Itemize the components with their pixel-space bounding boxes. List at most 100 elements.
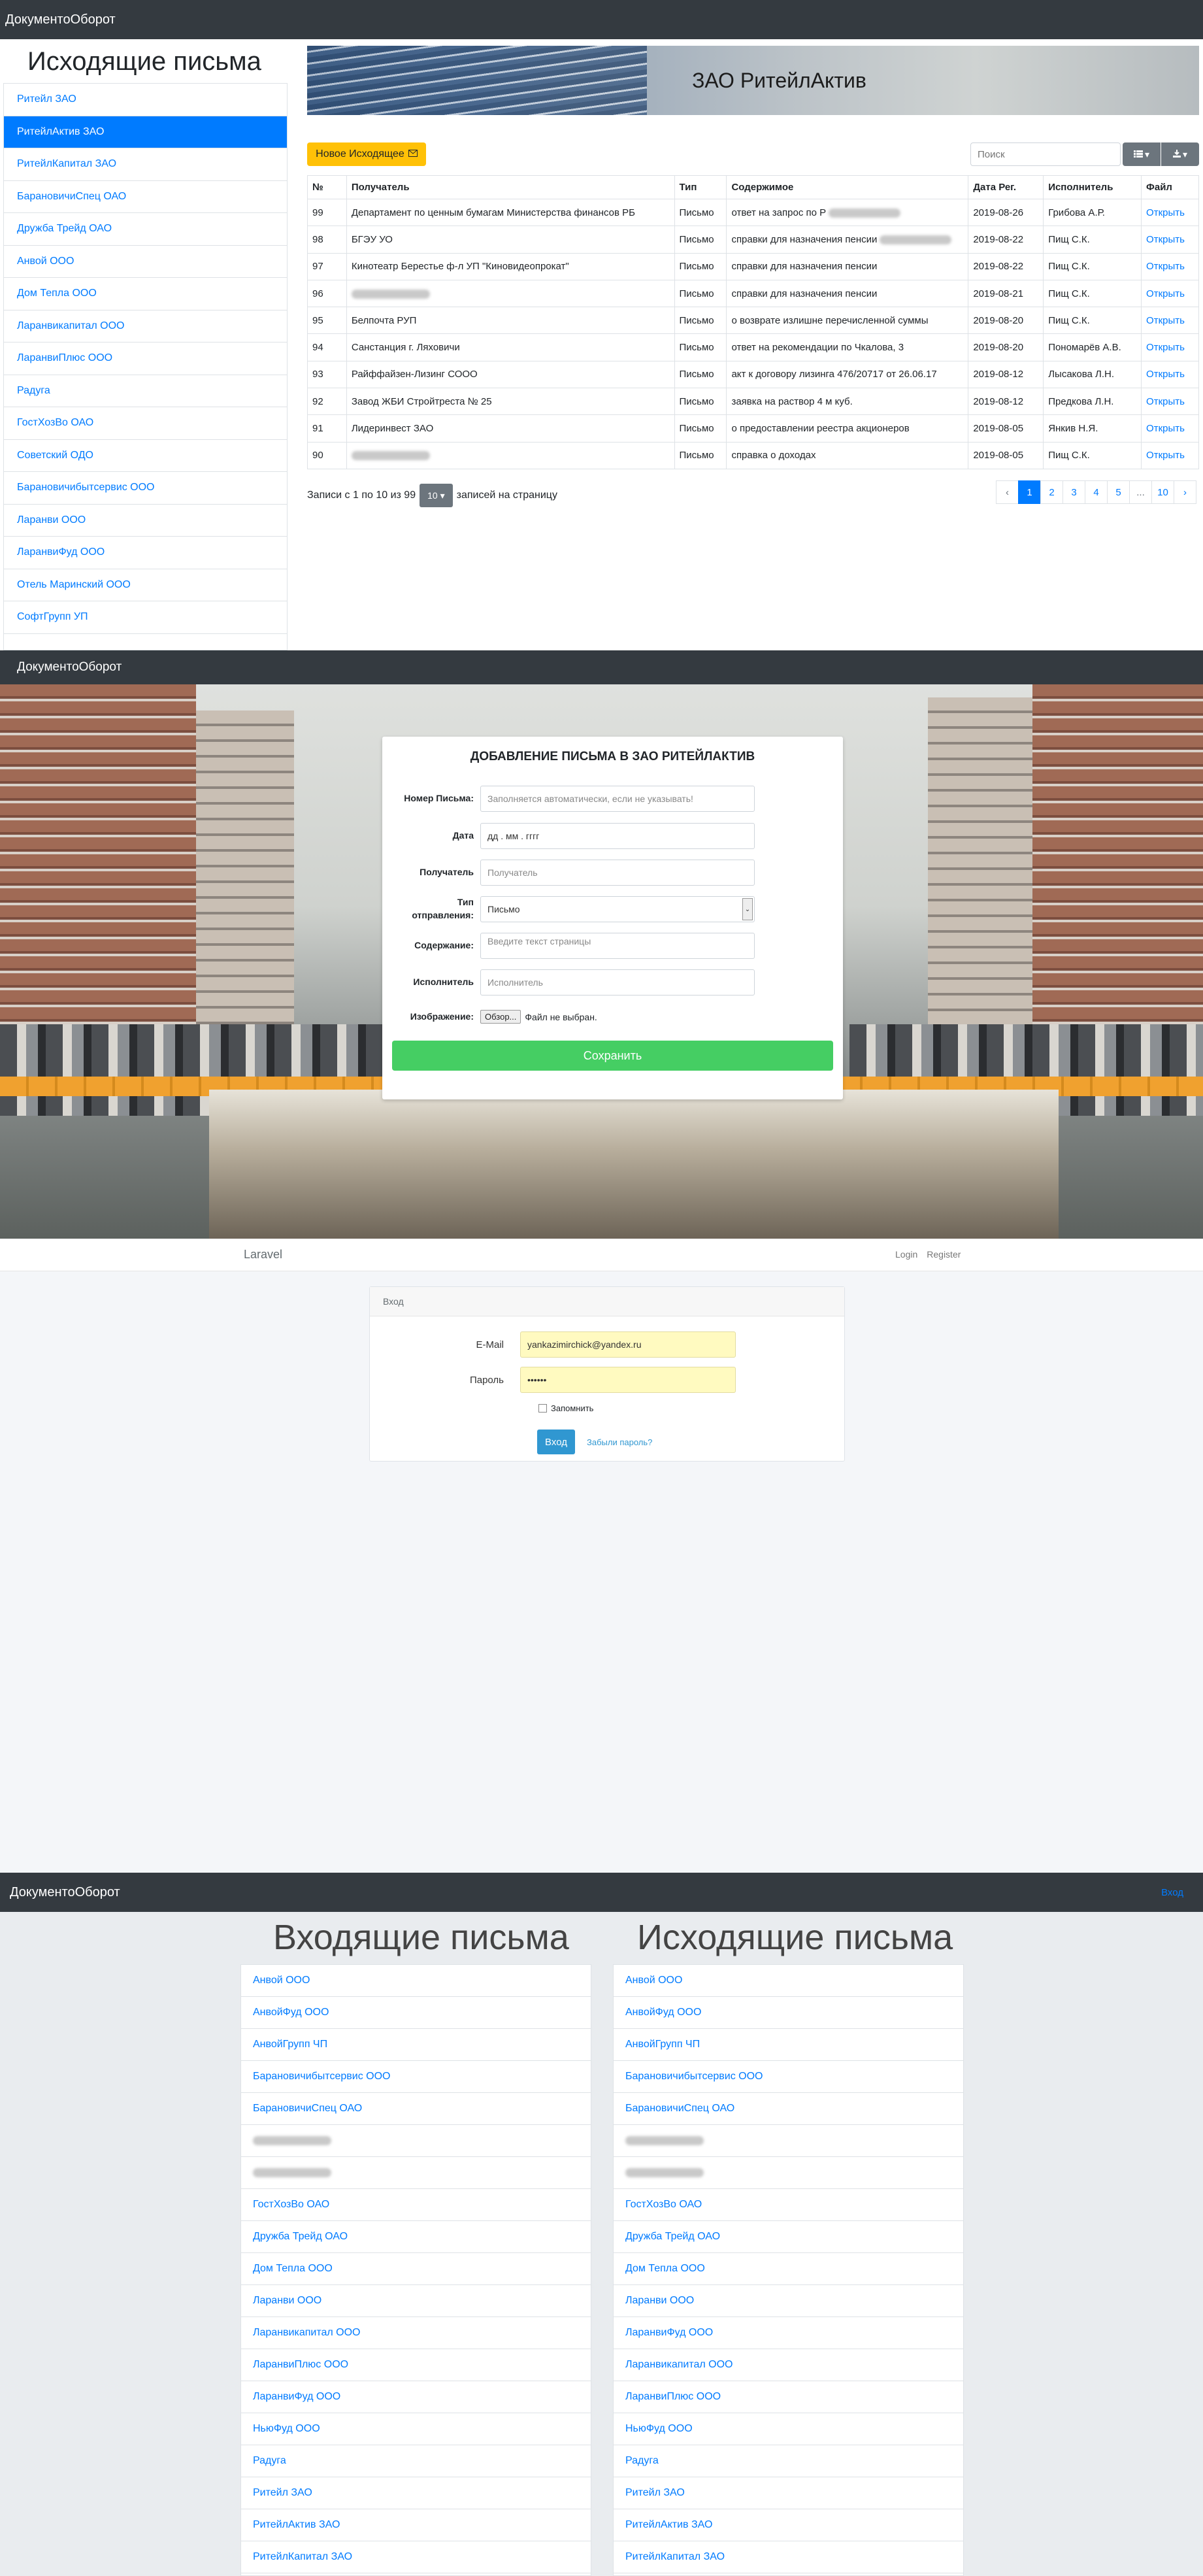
login-link[interactable]: Login [895, 1249, 917, 1260]
sidebar-item[interactable]: Ларанви ООО [4, 504, 287, 537]
register-link[interactable]: Register [927, 1249, 961, 1260]
send-type-select[interactable]: Письмо ⌄ [480, 896, 755, 922]
open-file-link[interactable]: Открыть [1146, 423, 1185, 434]
login-submit-button[interactable]: Вход [537, 1430, 575, 1454]
company-list-item[interactable]: Ритейл ЗАО [241, 2477, 591, 2509]
company-list-item[interactable]: Дом Тепла ООО [614, 2253, 963, 2285]
company-list-item[interactable]: ЛаранвиПлюс ООО [241, 2349, 591, 2381]
company-list-item[interactable]: Дом Тепла ООО [241, 2253, 591, 2285]
column-header[interactable]: Тип [674, 175, 727, 199]
company-list-item[interactable]: Ларанви ООО [614, 2285, 963, 2317]
page-link[interactable]: ‹ [996, 480, 1019, 504]
content-textarea[interactable]: Введите текст страницы [480, 933, 755, 959]
new-outgoing-button[interactable]: Новое Исходящее [307, 142, 426, 166]
columns-toggle-button[interactable]: ▾ [1123, 142, 1161, 166]
open-file-link[interactable]: Открыть [1146, 207, 1185, 218]
open-file-link[interactable]: Открыть [1146, 396, 1185, 407]
company-list-item[interactable]: БарановичиСпец ОАО [241, 2093, 591, 2125]
company-list-item[interactable]: БарановичиСпец ОАО [614, 2093, 963, 2125]
laravel-brand-link[interactable]: Laravel [244, 1248, 282, 1262]
page-link[interactable]: 2 [1040, 480, 1063, 504]
sidebar-item[interactable]: ГостХозВо ОАО [4, 407, 287, 440]
company-list-item[interactable]: Радуга [614, 2445, 963, 2477]
sidebar-item[interactable]: БарановичиСпец ОАО [4, 180, 287, 213]
company-list-item[interactable]: АнвойФуд ООО [614, 1997, 963, 2029]
export-button[interactable]: ▾ [1161, 142, 1199, 166]
save-button[interactable]: Сохранить [392, 1041, 833, 1071]
sidebar-item[interactable]: Барановичибытсервис ООО [4, 472, 287, 505]
sidebar-item[interactable]: Отель Маринский ООО [4, 569, 287, 601]
sidebar-item[interactable]: Дом Тепла ООО [4, 278, 287, 310]
page-size-select[interactable]: 10 ▾ [420, 484, 453, 507]
column-header[interactable]: Содержимое [726, 175, 969, 199]
company-list-item[interactable]: РитейлАктив ЗАО [614, 2509, 963, 2541]
column-header[interactable]: Получатель [346, 175, 675, 199]
sidebar-item[interactable]: Дружба Трейд ОАО [4, 213, 287, 246]
search-input[interactable] [970, 142, 1121, 166]
page-link[interactable]: 3 [1063, 480, 1085, 504]
letter-number-input[interactable]: Заполняется автоматически, если не указы… [480, 786, 755, 812]
page-link[interactable]: 4 [1085, 480, 1108, 504]
company-list-item[interactable]: Анвой ООО [241, 1965, 591, 1997]
open-file-link[interactable]: Открыть [1146, 234, 1185, 245]
company-list-item[interactable]: АнвойГрупп ЧП [614, 2029, 963, 2061]
open-file-link[interactable]: Открыть [1146, 342, 1185, 353]
company-list-item[interactable]: ЛаранвиФуд ООО [614, 2317, 963, 2349]
browse-file-button[interactable]: Обзор... [480, 1010, 521, 1024]
company-list-item[interactable]: АнвойГрупп ЧП [241, 2029, 591, 2061]
login-link[interactable]: Вход [1161, 1887, 1183, 1898]
company-list-item[interactable]: Анвой ООО [614, 1965, 963, 1997]
open-file-link[interactable]: Открыть [1146, 450, 1185, 461]
email-field[interactable]: yankazimirchick@yandex.ru [520, 1331, 736, 1358]
column-header[interactable]: Файл [1141, 175, 1199, 199]
company-list-item[interactable]: Ларанви ООО [241, 2285, 591, 2317]
company-list-item[interactable] [241, 2125, 591, 2157]
open-file-link[interactable]: Открыть [1146, 315, 1185, 326]
sidebar-item[interactable]: ЛаранвиФуд ООО [4, 537, 287, 569]
company-list-item[interactable]: Барановичибытсервис ООО [614, 2061, 963, 2093]
company-list-item[interactable] [241, 2157, 591, 2189]
company-list-item[interactable]: Дружба Трейд ОАО [614, 2221, 963, 2253]
company-list-item[interactable]: ЛаранвиПлюс ООО [614, 2381, 963, 2413]
company-list-item[interactable]: РитейлАктив ЗАО [241, 2509, 591, 2541]
company-list-item[interactable]: Ритейл ЗАО [614, 2477, 963, 2509]
date-input[interactable]: дд . мм . гггг [480, 823, 755, 849]
company-list-item[interactable]: ГостХозВо ОАО [241, 2189, 591, 2221]
open-file-link[interactable]: Открыть [1146, 288, 1185, 299]
sidebar-item[interactable]: Советский ОДО [4, 439, 287, 472]
open-file-link[interactable]: Открыть [1146, 369, 1185, 380]
brand-link[interactable]: ДокументоОборот [17, 660, 122, 675]
sidebar-item[interactable]: СофтГрупп УП [4, 601, 287, 634]
company-list-item[interactable]: ГостХозВо ОАО [614, 2189, 963, 2221]
brand-link[interactable]: ДокументоОборот [5, 12, 116, 27]
forgot-password-link[interactable]: Забыли пароль? [587, 1437, 652, 1447]
company-list-item[interactable]: Барановичибытсервис ООО [241, 2061, 591, 2093]
company-list-item[interactable]: ЛаранвиФуд ООО [241, 2381, 591, 2413]
password-field[interactable]: •••••• [520, 1367, 736, 1393]
company-list-item[interactable]: РитейлКапитал ЗАО [614, 2541, 963, 2573]
column-header[interactable]: Дата Рег. [968, 175, 1044, 199]
company-list-item[interactable] [614, 2125, 963, 2157]
company-list-item[interactable]: Ларанвикапитал ООО [241, 2317, 591, 2349]
company-list-item[interactable] [614, 2157, 963, 2189]
company-list-item[interactable]: НьюФуд ООО [241, 2413, 591, 2445]
sidebar-item[interactable]: РитейлАктив ЗАО [4, 116, 287, 148]
sidebar-item[interactable]: Анвой ООО [4, 245, 287, 278]
sidebar-item[interactable]: Ларанвикапитал ООО [4, 310, 287, 343]
page-link[interactable]: 1 [1018, 480, 1041, 504]
remember-checkbox[interactable] [538, 1404, 547, 1413]
company-list-item[interactable]: НьюФуд ООО [614, 2413, 963, 2445]
open-file-link[interactable]: Открыть [1146, 261, 1185, 272]
executor-input[interactable]: Исполнитель [480, 969, 755, 995]
page-link[interactable]: 10 [1151, 480, 1174, 504]
brand-link[interactable]: ДокументоОборот [10, 1885, 120, 1900]
sidebar-item[interactable]: Ритейл ЗАО [4, 84, 287, 116]
company-list-item[interactable]: АнвойФуд ООО [241, 1997, 591, 2029]
sidebar-item[interactable]: Радуга [4, 375, 287, 407]
page-link[interactable]: ... [1129, 480, 1152, 504]
recipient-input[interactable]: Получатель [480, 860, 755, 886]
company-list-item[interactable]: Радуга [241, 2445, 591, 2477]
sidebar-item[interactable]: РитейлКапитал ЗАО [4, 148, 287, 181]
page-link[interactable]: 5 [1107, 480, 1130, 504]
company-list-item[interactable]: Ларанвикапитал ООО [614, 2349, 963, 2381]
